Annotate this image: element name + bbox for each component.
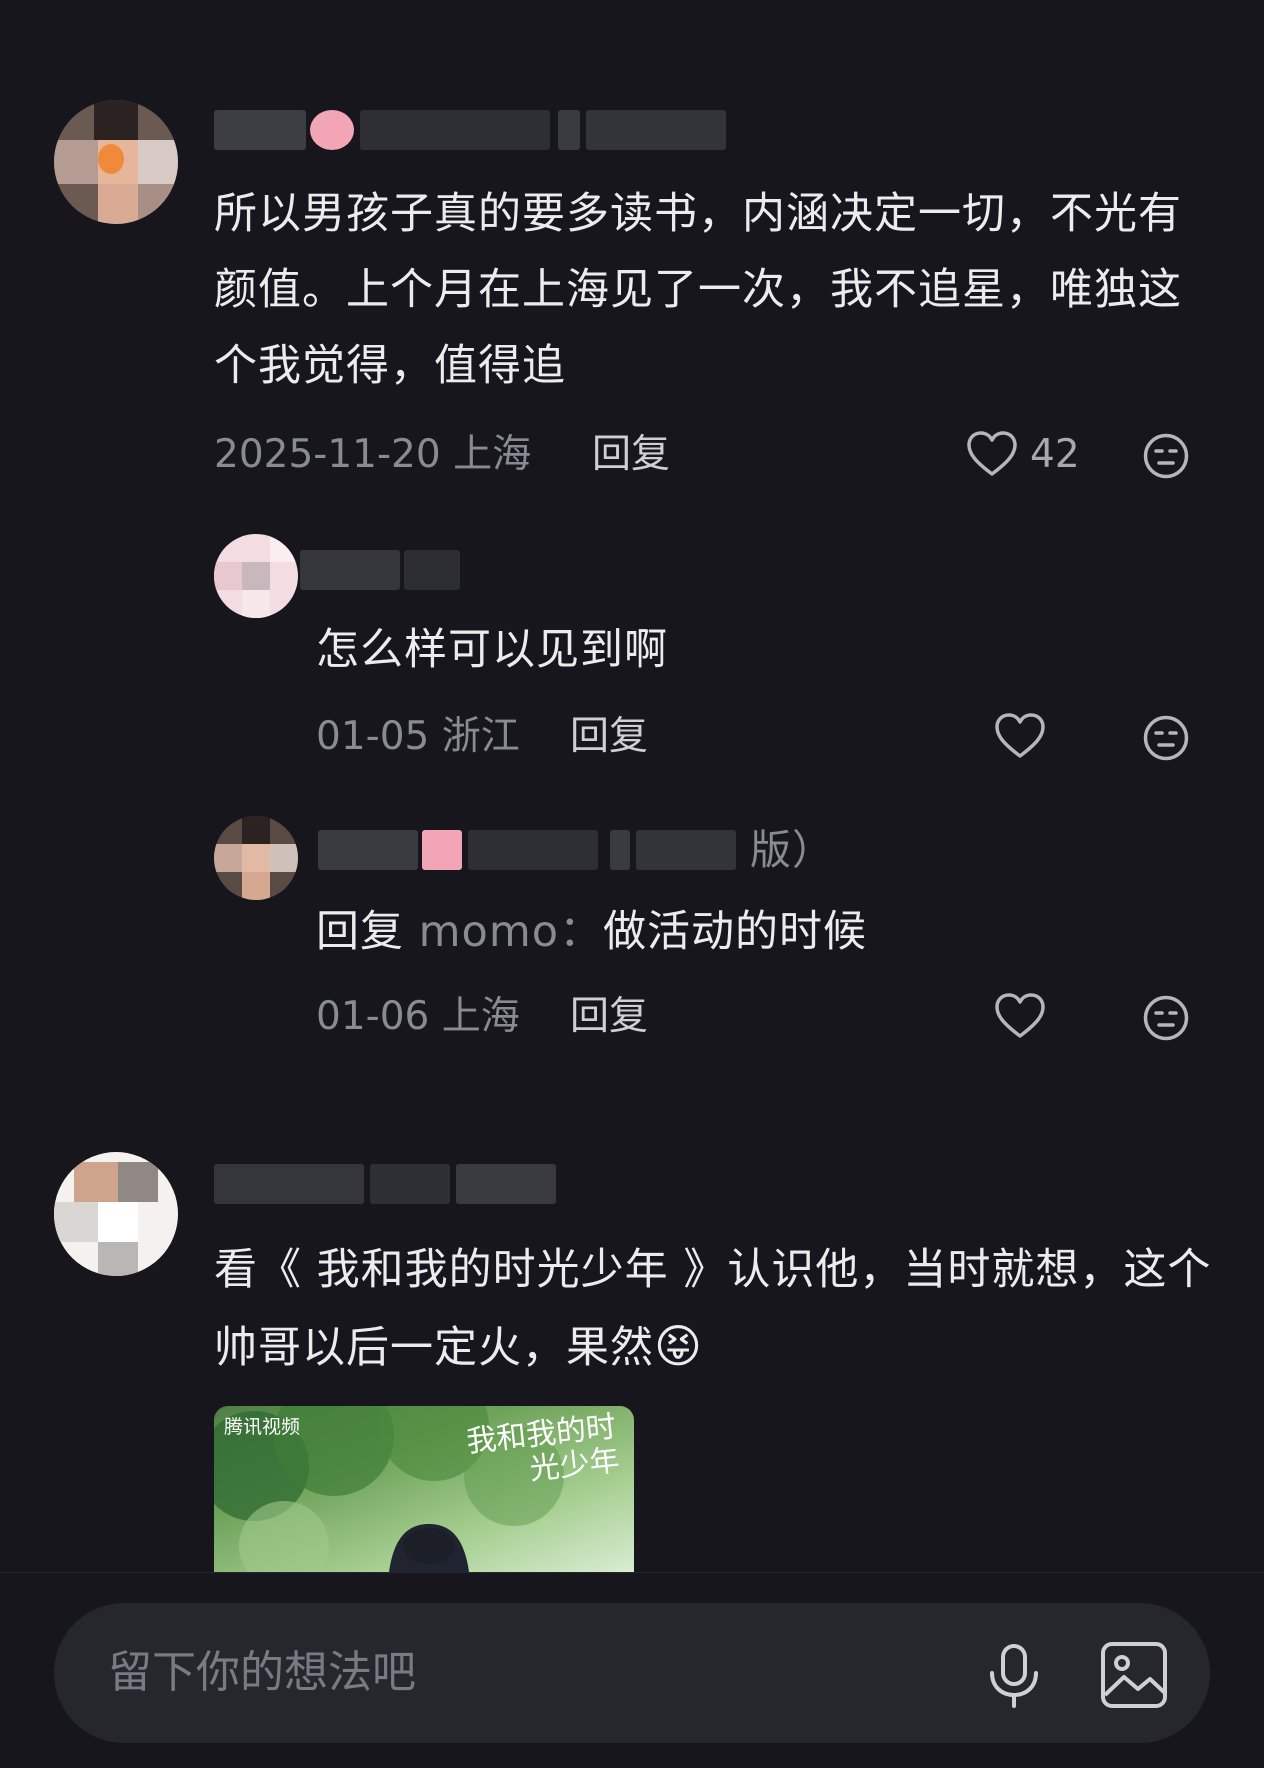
reply-target: momo： [418, 907, 604, 957]
comment-location: 上海 [453, 432, 532, 477]
laughing-face-icon: 😝 [654, 1319, 703, 1373]
attached-image[interactable]: 腾讯视频 我和我的时光少年 [214, 1406, 634, 1572]
username-blurred[interactable] [300, 550, 470, 590]
comments-page: 所以男孩子真的要多读书，内涵决定一切，不光有颜值。上个月在上海见了一次，我不追星… [0, 0, 1264, 1768]
neutral-face-icon[interactable] [1142, 432, 1190, 480]
image-icon[interactable] [1100, 1641, 1168, 1709]
username-blurred[interactable] [318, 830, 748, 870]
heart-icon[interactable] [994, 712, 1046, 760]
reply-button[interactable]: 回复 [570, 712, 648, 762]
neutral-face-icon[interactable] [1142, 994, 1190, 1042]
like-count: 42 [1030, 432, 1080, 477]
comment-text: 所以男孩子真的要多读书，内涵决定一切，不光有颜值。上个月在上海见了一次，我不追星… [214, 189, 1182, 391]
avatar[interactable] [54, 100, 178, 224]
reply-location: 上海 [441, 994, 520, 1039]
reply-text: 怎么样可以见到啊 [316, 625, 668, 675]
reply-button[interactable]: 回复 [592, 430, 670, 480]
username-suffix: 版） [750, 826, 834, 874]
neutral-face-icon[interactable] [1142, 714, 1190, 762]
avatar[interactable] [54, 1152, 178, 1276]
comment-date: 2025-11-20 上海 [214, 432, 532, 477]
reply-date: 01-05 浙江 [316, 714, 520, 759]
reply-button[interactable]: 回复 [570, 992, 648, 1042]
comment-input[interactable]: 留下你的想法吧 [54, 1603, 1210, 1743]
avatar[interactable] [214, 534, 298, 618]
comment-input-placeholder: 留下你的想法吧 [108, 1647, 416, 1698]
reply-location: 浙江 [441, 714, 520, 759]
reply-body: 做活动的时候 [603, 907, 868, 957]
reply-text: 回复 momo：做活动的时候 [316, 894, 1196, 970]
reply-date: 01-06 上海 [316, 994, 520, 1039]
username-blurred[interactable] [214, 110, 734, 150]
video-brand-label: 腾讯视频 [224, 1416, 301, 1438]
avatar[interactable] [214, 816, 298, 900]
heart-icon[interactable] [994, 992, 1046, 1040]
heart-icon[interactable] [966, 430, 1018, 478]
username-blurred[interactable] [214, 1164, 564, 1204]
microphone-icon[interactable] [984, 1643, 1044, 1709]
comment-input-bar: 留下你的想法吧 [0, 1572, 1264, 1768]
reply-prefix: 回复 [316, 907, 404, 957]
comment-text: 看《 我和我的时光少年 》认识他，当时就想，这个帅哥以后一定火，果然😝 [214, 1245, 1212, 1373]
